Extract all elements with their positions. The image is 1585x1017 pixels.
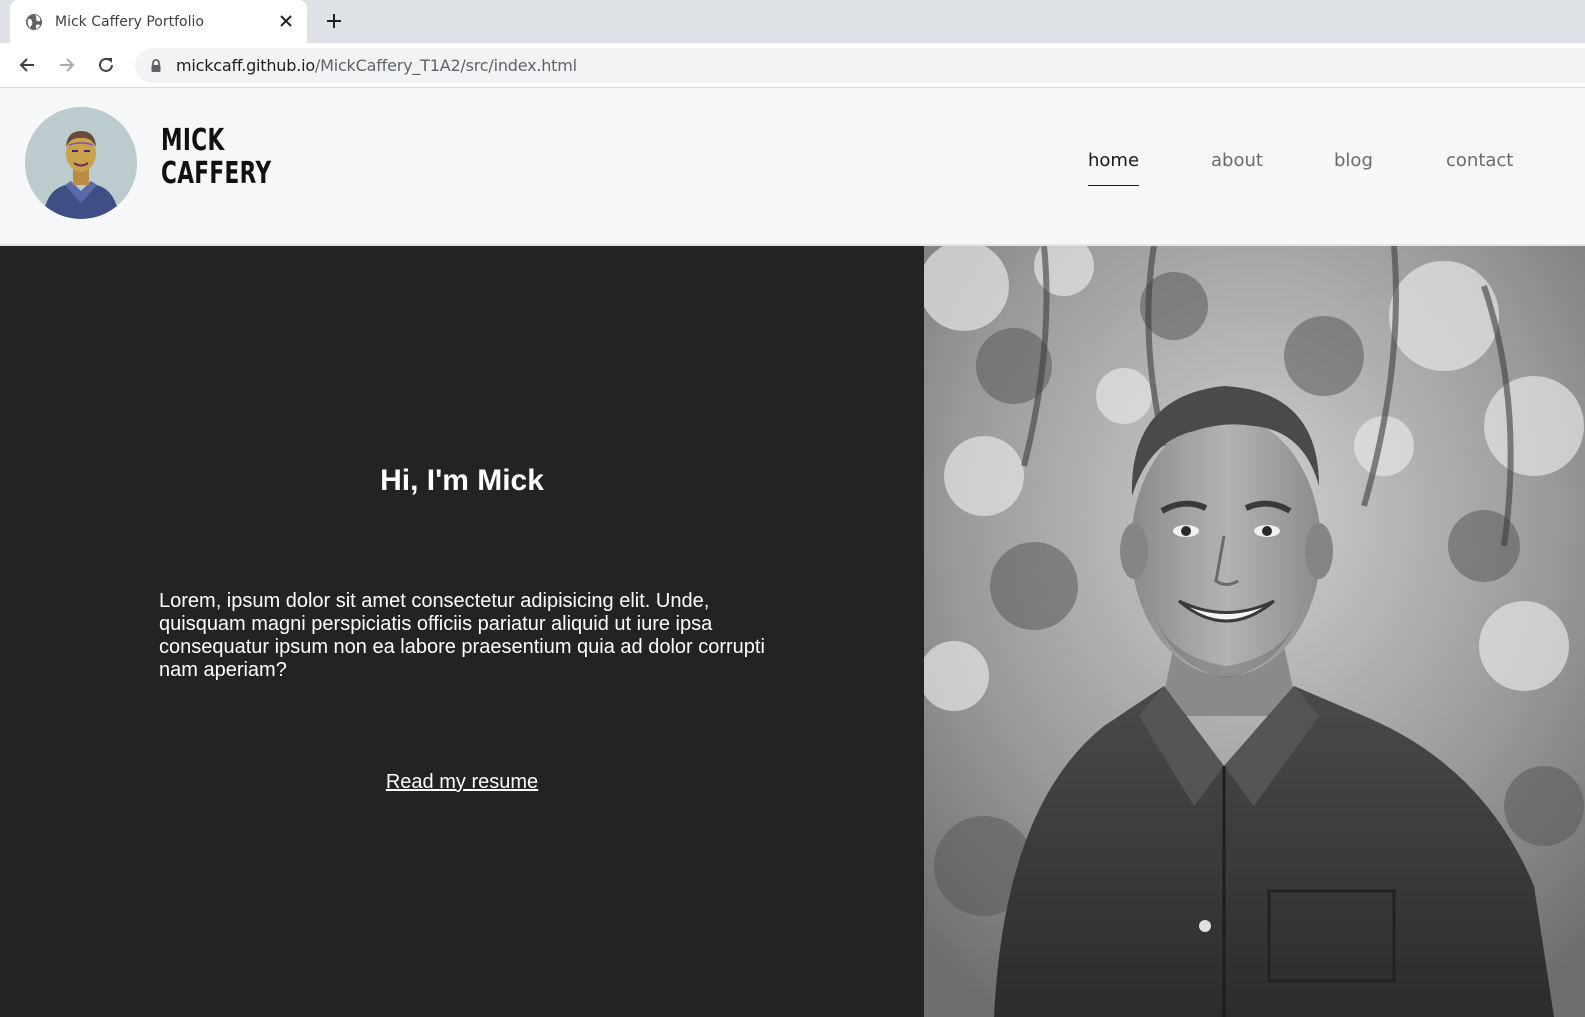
- browser-tab[interactable]: Mick Caffery Portfolio: [10, 0, 307, 43]
- new-tab-button[interactable]: [322, 9, 346, 33]
- hero-heading: Hi, I'm Mick: [380, 464, 544, 497]
- plus-icon: [327, 14, 341, 28]
- browser-tabstrip: Mick Caffery Portfolio: [0, 0, 1585, 43]
- url-path: /MickCaffery_T1A2/src/index.html: [314, 56, 577, 75]
- tab-title: Mick Caffery Portfolio: [55, 13, 204, 30]
- nav-home[interactable]: home: [1088, 150, 1140, 190]
- hero-photo: [924, 246, 1585, 1017]
- browser-toolbar: mickcaff.github.io/MickCaffery_T1A2/src/…: [0, 43, 1585, 88]
- site-name: MICK CAFFERY: [161, 124, 271, 190]
- nav-blog[interactable]: blog: [1334, 150, 1373, 190]
- reload-icon: [99, 57, 113, 72]
- arrow-left-icon: [19, 58, 34, 72]
- url-text: mickcaff.github.io/MickCaffery_T1A2/src/…: [176, 56, 577, 75]
- nav-about[interactable]: about: [1211, 150, 1263, 190]
- avatar: [25, 107, 137, 219]
- resume-link-wrap: Read my resume: [0, 771, 924, 794]
- url-host: mickcaff.github.io: [176, 56, 315, 75]
- lock-icon: [149, 58, 163, 73]
- nav-contact[interactable]: contact: [1446, 150, 1513, 190]
- hero-text: Lorem, ipsum dolor sit amet consectetur …: [159, 590, 765, 681]
- forward-button[interactable]: [55, 53, 79, 77]
- site-header: MICK CAFFERY home about blog contact: [0, 88, 1585, 246]
- hero-intro: Hi, I'm Mick Lorem, ipsum dolor sit amet…: [0, 246, 924, 1017]
- resume-link[interactable]: Read my resume: [386, 771, 538, 793]
- reload-button[interactable]: [94, 53, 118, 77]
- site-name-line1: MICK: [161, 123, 225, 158]
- back-button[interactable]: [15, 53, 39, 77]
- close-icon[interactable]: [277, 12, 295, 30]
- globe-icon: [25, 13, 43, 31]
- address-bar[interactable]: mickcaff.github.io/MickCaffery_T1A2/src/…: [135, 48, 1585, 83]
- arrow-right-icon: [60, 58, 75, 72]
- site-name-line2: CAFFERY: [161, 156, 272, 191]
